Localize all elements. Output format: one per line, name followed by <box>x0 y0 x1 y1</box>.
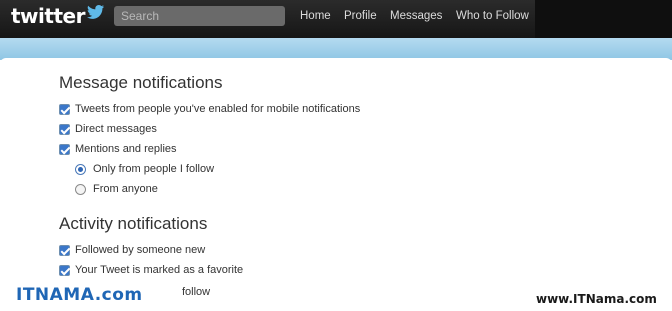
nav-who-to-follow[interactable]: Who to Follow <box>456 0 529 32</box>
nav-home[interactable]: Home <box>300 0 331 32</box>
watermark-right: www.ITNama.com <box>536 292 657 306</box>
bird-icon <box>86 4 105 24</box>
mentions-checkbox[interactable] <box>59 143 70 155</box>
followed-checkbox[interactable] <box>59 244 70 256</box>
direct-messages-checkbox[interactable] <box>59 123 70 135</box>
favorite-label: Your Tweet is marked as a favorite <box>75 264 244 276</box>
watermark-left: ITNAMA.com <box>16 285 143 305</box>
activity-notifications-heading: Activity notifications <box>59 214 208 233</box>
top-navigation-bar: twitter Home Profile Messages Who to Fol… <box>0 0 672 38</box>
partial-option-label: follow <box>182 286 211 298</box>
option-mentions[interactable]: Mentions and replies <box>59 143 177 155</box>
nav-bar-end <box>535 0 672 38</box>
twitter-logo[interactable]: twitter <box>11 4 104 28</box>
followed-label: Followed by someone new <box>75 244 206 256</box>
tweets-mobile-checkbox[interactable] <box>59 103 70 115</box>
from-anyone-label: From anyone <box>93 183 158 195</box>
option-followed[interactable]: Followed by someone new <box>59 244 205 256</box>
only-following-label: Only from people I follow <box>93 163 215 175</box>
logo-text: twitter <box>11 4 85 28</box>
search-input[interactable] <box>114 6 285 26</box>
mentions-label: Mentions and replies <box>75 143 177 155</box>
message-notifications-heading: Message notifications <box>59 73 223 92</box>
from-anyone-radio[interactable] <box>75 183 86 195</box>
option-favorite[interactable]: Your Tweet is marked as a favorite <box>59 264 243 276</box>
option-tweets-mobile[interactable]: Tweets from people you've enabled for mo… <box>59 103 360 115</box>
option-from-anyone[interactable]: From anyone <box>75 183 158 195</box>
option-direct-messages[interactable]: Direct messages <box>59 123 157 135</box>
only-following-radio[interactable] <box>75 163 86 175</box>
favorite-checkbox[interactable] <box>59 264 70 276</box>
option-only-following[interactable]: Only from people I follow <box>75 163 214 175</box>
nav-messages[interactable]: Messages <box>390 0 442 32</box>
tweets-mobile-label: Tweets from people you've enabled for mo… <box>75 103 361 115</box>
nav-profile[interactable]: Profile <box>344 0 377 32</box>
direct-messages-label: Direct messages <box>75 123 157 135</box>
background-stripe <box>0 38 672 60</box>
